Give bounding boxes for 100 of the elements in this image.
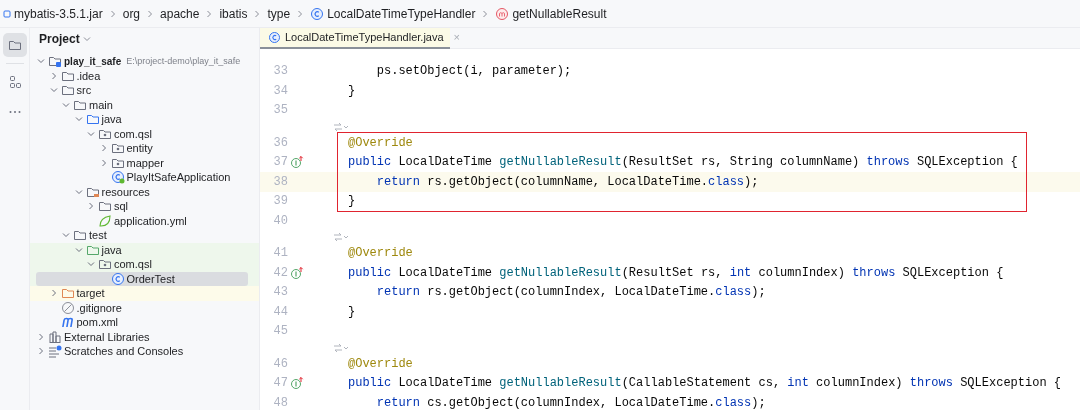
panel-title[interactable]: Project	[39, 30, 80, 48]
tree-item[interactable]: resources	[36, 184, 150, 199]
library-icon	[48, 329, 62, 344]
code-vision-icon[interactable]	[333, 121, 349, 132]
line-number: 40	[272, 212, 288, 230]
folder-icon	[85, 112, 100, 127]
code-line: }	[348, 193, 356, 211]
tree-item-label: target	[76, 286, 105, 301]
line-number: 39	[272, 193, 288, 211]
implements-marker-icon[interactable]	[290, 155, 304, 170]
tree-item[interactable]: PlayItSafeApplication	[36, 170, 231, 185]
line-number: 41	[272, 245, 288, 263]
structure-icon	[7, 75, 22, 89]
tree-item[interactable]: src	[36, 83, 92, 98]
breadcrumb-item[interactable]: ibatis	[219, 4, 248, 23]
tree-item[interactable]: Scratches and Consoles	[36, 344, 184, 359]
tree-item[interactable]: entity	[36, 141, 153, 156]
code-line: return rs.getObject(columnIndex, LocalDateTime.class);	[375, 284, 766, 302]
tree-item-label: java	[101, 112, 122, 127]
breadcrumb-item[interactable]: getNullableResult	[512, 4, 607, 23]
implements-marker-icon[interactable]	[290, 376, 304, 391]
class-icon	[110, 170, 125, 185]
tree-item[interactable]: play_it_safe E:\project-demo\play_it_safe	[36, 54, 241, 69]
tree-item-label: Scratches and Consoles	[64, 344, 184, 359]
line-number: 33	[272, 63, 288, 81]
module-folder-icon	[48, 54, 62, 69]
tree-item-label: test	[89, 228, 107, 243]
breadcrumb-chevron-icon	[481, 8, 490, 19]
tree-item-label: pom.xml	[76, 315, 119, 330]
code-vision-icon[interactable]	[333, 232, 349, 242]
tree-item-label: .gitignore	[76, 300, 122, 316]
tree-item[interactable]: .gitignore	[36, 300, 122, 315]
tree-item-label: com.qsl	[114, 126, 152, 142]
tree-item-label: External Libraries	[64, 329, 150, 345]
expand-chevron-icon[interactable]	[36, 346, 46, 357]
folder-icon	[98, 199, 112, 214]
tree-item-label: src	[76, 83, 92, 98]
tree-item-label: java	[101, 242, 122, 258]
jar-icon	[3, 7, 11, 20]
code-line: @Override	[348, 134, 413, 152]
expand-chevron-icon[interactable]	[86, 201, 96, 212]
line-number: 44	[272, 303, 288, 321]
breadcrumb-chevron-icon	[296, 8, 305, 19]
line-number: 34	[272, 82, 288, 100]
tree-item[interactable]: target	[36, 286, 105, 301]
breadcrumb-chevron-icon	[108, 8, 117, 19]
tree-item[interactable]: test	[36, 228, 107, 243]
tree-item[interactable]: sql	[36, 199, 129, 214]
line-number: 45	[272, 323, 288, 341]
breadcrumb-item[interactable]: type	[267, 4, 291, 23]
line-number: 35	[272, 102, 288, 120]
code-line: @Override	[348, 355, 413, 373]
line-number: 36	[272, 134, 288, 152]
tree-item[interactable]: main	[36, 97, 113, 112]
path-label: E:\project-demo\play_it_safe	[126, 54, 241, 68]
tree-item-label: OrderTest	[126, 271, 175, 287]
tree-item[interactable]: mapper	[36, 155, 164, 170]
breadcrumb-item[interactable]: mybatis-3.5.1.jar	[14, 4, 103, 23]
line-number: 43	[272, 284, 288, 302]
dropdown-caret-icon[interactable]	[82, 36, 91, 42]
code-line: return cs.getObject(columnIndex, LocalDateTime.class);	[375, 394, 766, 410]
implements-marker-icon[interactable]	[290, 265, 304, 280]
class-icon	[310, 6, 325, 21]
code-vision-icon[interactable]	[333, 342, 349, 353]
tab-label: LocalDateTimeTypeHandler.java	[285, 30, 444, 46]
folder-icon	[73, 228, 87, 243]
tree-item[interactable]: External Libraries	[36, 329, 150, 344]
folder-button[interactable]	[2, 33, 27, 57]
expand-chevron-icon[interactable]	[36, 331, 46, 342]
class-icon	[268, 31, 281, 44]
tree-item-label: sql	[114, 199, 129, 214]
line-number: 38	[272, 173, 288, 191]
tree-item-label: resources	[101, 184, 150, 200]
tree-item[interactable]: .idea	[36, 68, 101, 83]
line-number: 37	[272, 154, 288, 172]
folder-icon	[7, 38, 22, 52]
tree-item[interactable]: java	[36, 112, 122, 127]
line-number: 48	[272, 394, 288, 410]
line-number: 42	[272, 264, 288, 282]
package-icon	[110, 141, 125, 156]
tree-item[interactable]: pom.xml	[36, 315, 119, 330]
code-line: public LocalDateTime getNullableResult(ResultSet rs, String columnName) throws SQLException {	[348, 154, 1018, 172]
ignore-icon	[60, 300, 75, 315]
code-line: @Override	[348, 245, 413, 263]
tree-item[interactable]: application.yml	[36, 213, 187, 228]
package-icon	[98, 257, 112, 272]
breadcrumb-item[interactable]: org	[122, 4, 141, 23]
tree-item-label: main	[89, 97, 113, 113]
folder-icon	[60, 83, 75, 98]
tree-item[interactable]: com.qsl	[36, 126, 152, 141]
leaf-icon	[98, 213, 112, 228]
method-icon	[495, 6, 510, 21]
breadcrumb-item[interactable]: apache	[160, 4, 200, 23]
breadcrumb-item[interactable]: LocalDateTimeTypeHandler	[327, 4, 476, 23]
breadcrumb-chevron-icon	[205, 8, 214, 19]
line-number: 46	[272, 355, 288, 373]
tree-item[interactable]: java	[36, 242, 122, 257]
class-icon	[110, 271, 125, 286]
tree-item[interactable]: com.qsl	[36, 257, 152, 272]
tree-item-label: application.yml	[114, 213, 187, 229]
